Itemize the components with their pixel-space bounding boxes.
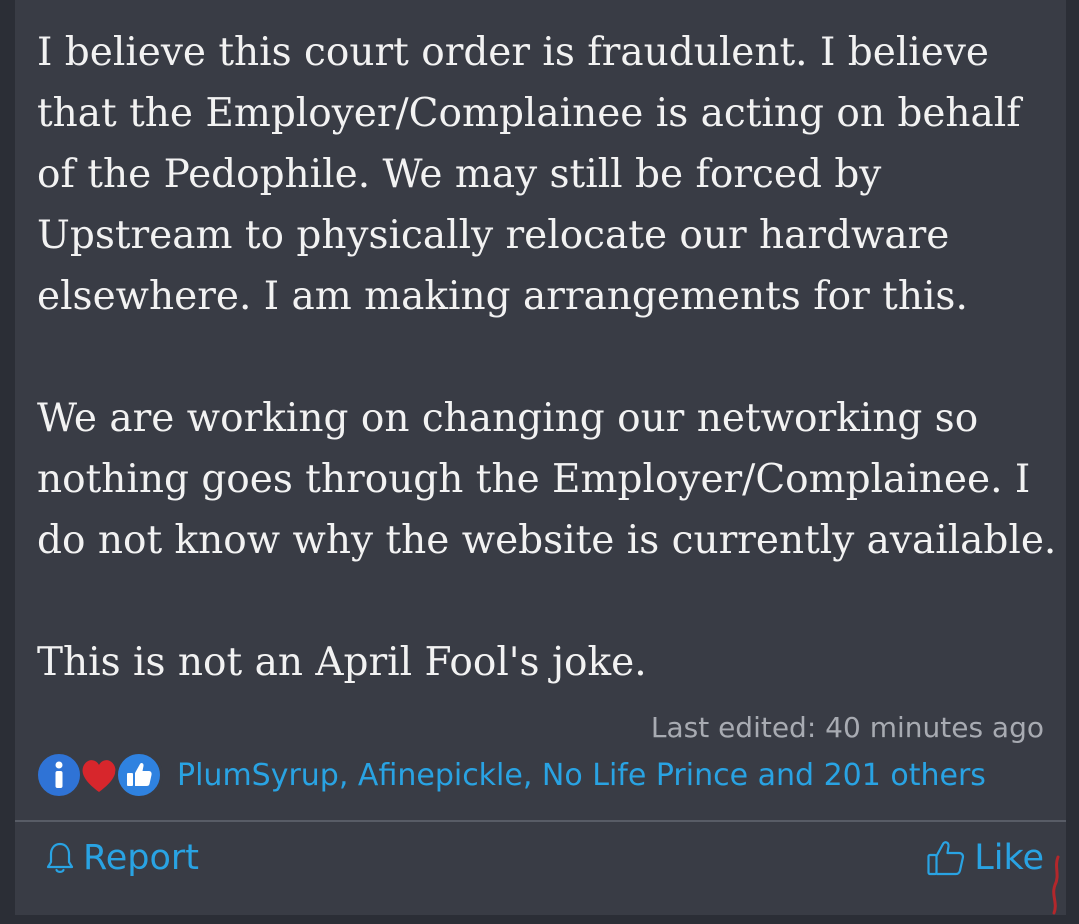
report-label: Report	[83, 838, 200, 878]
post-paragraph-3: This is not an April Fool's joke.	[37, 640, 647, 685]
thumbs-up-outline-icon	[927, 841, 965, 876]
like-label: Like	[974, 838, 1044, 878]
red-scribble-mark	[1052, 855, 1060, 915]
forum-post: I believe this court order is fraudulent…	[15, 0, 1066, 915]
like-button[interactable]: Like	[926, 838, 1044, 878]
reaction-icons[interactable]	[35, 751, 163, 799]
thumbs-up-icon	[115, 751, 163, 799]
reactors-link[interactable]: PlumSyrup, Afinepickle, No Life Prince a…	[177, 758, 986, 793]
report-button[interactable]: Report	[45, 838, 199, 878]
post-paragraph-2: We are working on changing our networkin…	[37, 396, 1057, 563]
reactions-bar[interactable]: PlumSyrup, Afinepickle, No Life Prince a…	[35, 750, 986, 800]
divider	[15, 820, 1066, 822]
post-paragraph-1: I believe this court order is fraudulent…	[37, 30, 1021, 319]
post-body: I believe this court order is fraudulent…	[37, 22, 1057, 693]
last-edited-text: Last edited: 40 minutes ago	[650, 711, 1044, 744]
bell-icon	[46, 842, 74, 873]
